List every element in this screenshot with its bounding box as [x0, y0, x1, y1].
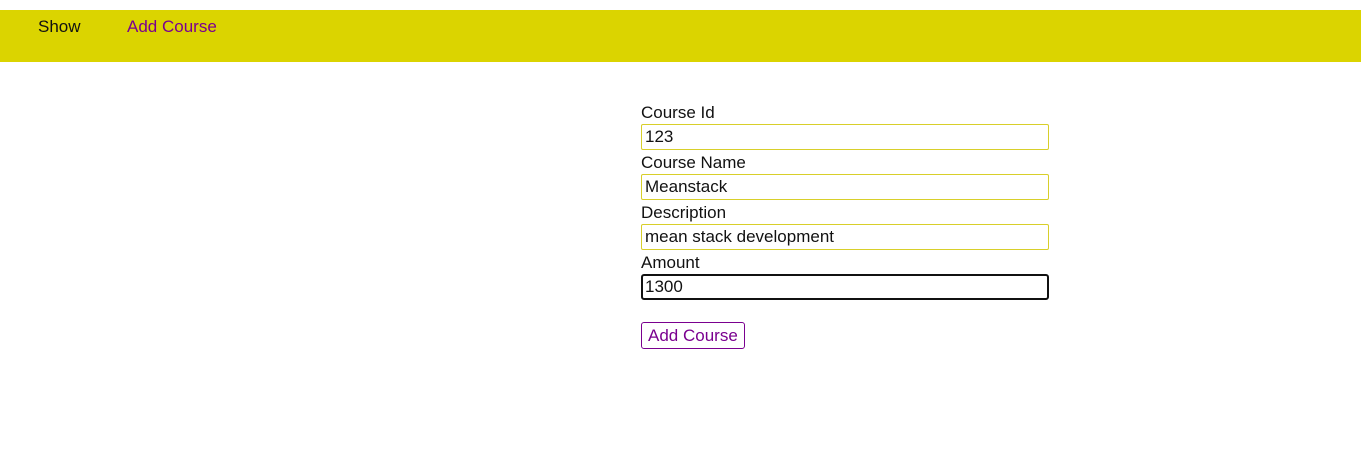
course-name-label: Course Name — [641, 153, 746, 172]
nav-link-add-course[interactable]: Add Course — [127, 17, 217, 37]
amount-input[interactable] — [641, 274, 1049, 300]
navbar: Show Add Course — [0, 10, 1361, 62]
course-id-input[interactable] — [641, 124, 1049, 150]
nav-link-show[interactable]: Show — [38, 17, 81, 37]
add-course-form: Course Id Course Name Description Amount… — [641, 103, 1051, 349]
amount-label: Amount — [641, 253, 700, 272]
add-course-button[interactable]: Add Course — [641, 322, 745, 349]
description-label: Description — [641, 203, 727, 222]
description-input[interactable] — [641, 224, 1049, 250]
course-id-label: Course Id — [641, 103, 715, 122]
course-name-input[interactable] — [641, 174, 1049, 200]
